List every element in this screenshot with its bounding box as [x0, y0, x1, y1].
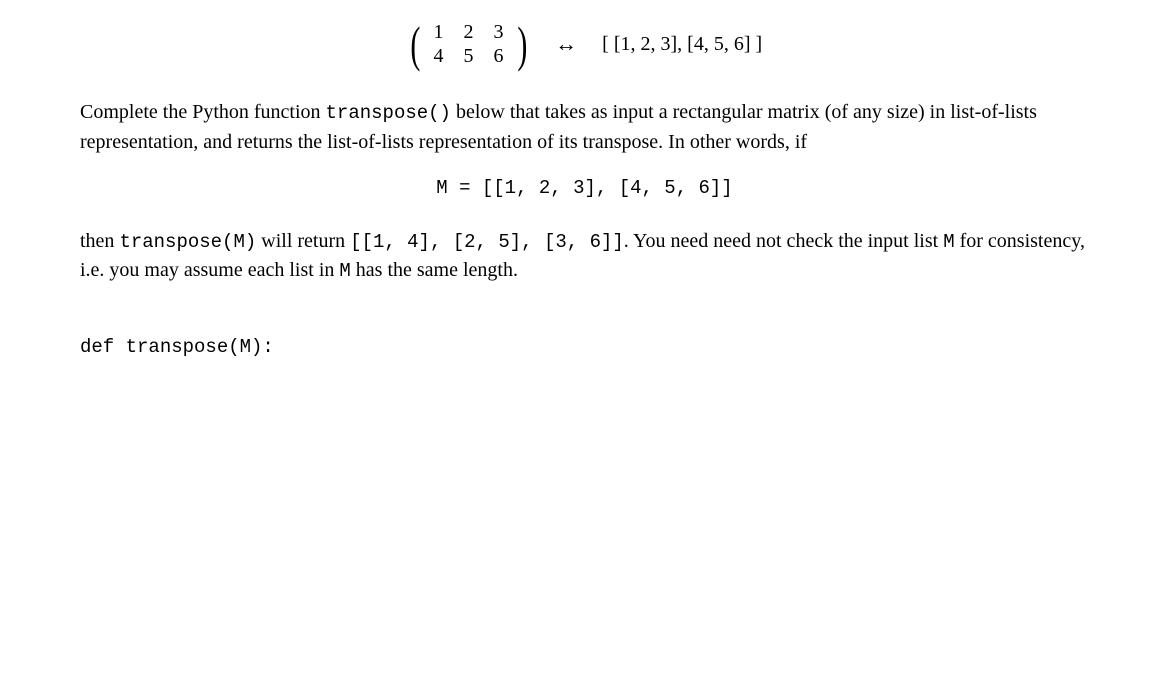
text: will return: [256, 230, 350, 252]
text: Complete the Python function: [80, 101, 326, 123]
right-paren-icon: ): [517, 20, 527, 68]
matrix-cell: 2: [454, 20, 484, 44]
list-representation: [ [1, 2, 3], [4, 5, 6] ]: [602, 33, 762, 56]
inline-code: M: [943, 231, 954, 253]
text: has the same length.: [351, 259, 518, 281]
inline-code: transpose(M): [119, 231, 256, 253]
document-body: ( 1 2 3 4 5 6 ) ↔ [ [1, 2, 3], [4: [0, 0, 1169, 398]
matrix-cell: 1: [424, 20, 454, 44]
paragraph-2: then transpose(M) will return [[1, 4], […: [80, 227, 1089, 286]
matrix-cell: 5: [454, 44, 484, 68]
inline-code: transpose(): [326, 102, 451, 124]
matrix-display: ( 1 2 3 4 5 6 ): [407, 20, 530, 68]
code-example: M = [[1, 2, 3], [4, 5, 6]]: [80, 177, 1089, 199]
double-arrow-icon: ↔: [555, 31, 577, 57]
inline-code: M: [339, 260, 350, 282]
left-paren-icon: (: [410, 20, 420, 68]
text: then: [80, 230, 119, 252]
text: . You need need not check the input list: [624, 230, 943, 252]
matrix-equivalence-row: ( 1 2 3 4 5 6 ) ↔ [ [1, 2, 3], [4: [80, 20, 1089, 68]
function-definition: def transpose(M):: [80, 336, 1089, 358]
inline-code: [[1, 4], [2, 5], [3, 6]]: [350, 231, 624, 253]
matrix-cell: 3: [484, 20, 514, 44]
paragraph-1: Complete the Python function transpose()…: [80, 98, 1089, 157]
matrix-cell: 6: [484, 44, 514, 68]
matrix-cell: 4: [424, 44, 454, 68]
